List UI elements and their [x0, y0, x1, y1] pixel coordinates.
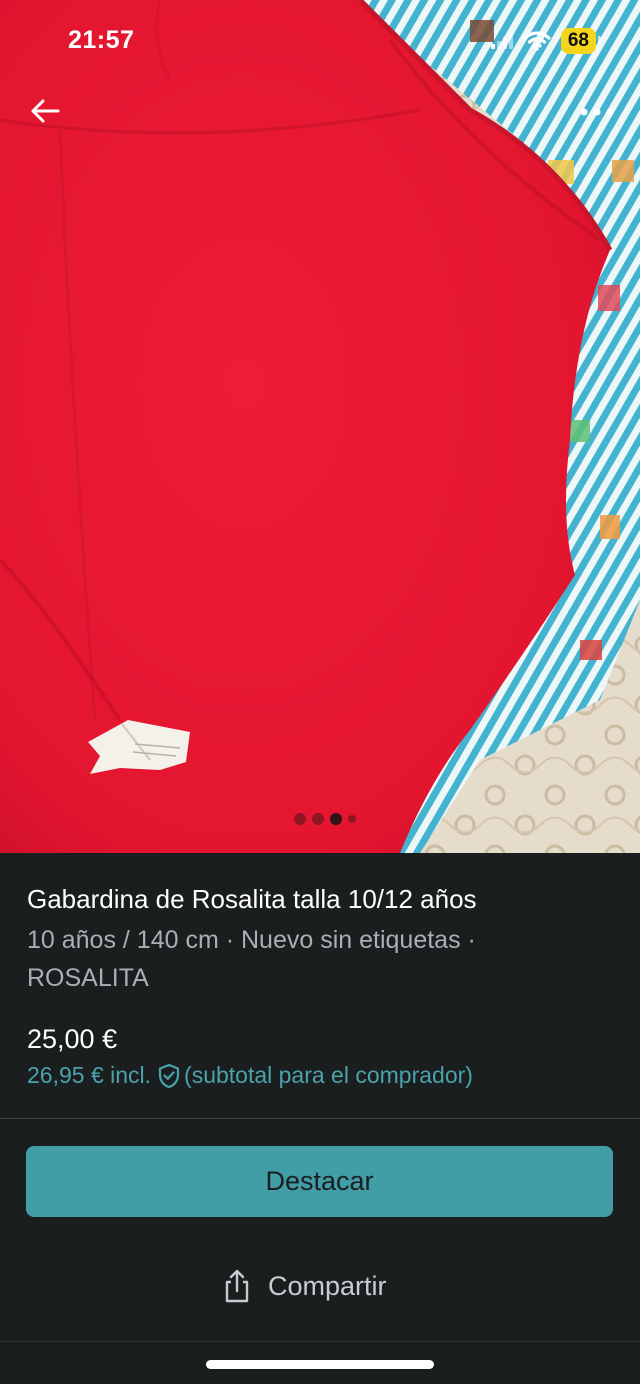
wifi-icon	[523, 31, 551, 51]
arrow-left-icon	[31, 99, 60, 123]
buyer-price-row[interactable]: 26,95 € incl. (subtotal para el comprado…	[27, 1062, 473, 1089]
item-detail-screen: 21:57 68 Gabardina de Rosalita talla 10/…	[0, 0, 640, 1384]
battery-indicator: 68	[560, 28, 602, 54]
divider	[0, 1118, 640, 1119]
photo-pager	[294, 813, 356, 825]
signal-icon	[490, 33, 513, 49]
pager-dot	[294, 813, 306, 825]
divider	[0, 1341, 640, 1342]
share-label: Compartir	[268, 1270, 387, 1301]
buyer-price-note: (subtotal para el comprador)	[184, 1062, 473, 1088]
feature-button[interactable]: Destacar	[26, 1146, 613, 1217]
share-button[interactable]: Compartir	[222, 1269, 387, 1303]
product-photo-image	[0, 0, 640, 853]
more-options-button[interactable]	[572, 92, 622, 132]
share-icon	[225, 1269, 249, 1303]
home-indicator[interactable]	[206, 1360, 434, 1369]
more-dots-icon	[580, 108, 614, 116]
item-details: 10 años / 140 cm · Nuevo sin etiquetas ·…	[27, 926, 476, 992]
product-photo[interactable]: 21:57 68	[0, 0, 640, 853]
status-time: 21:57	[68, 26, 135, 54]
pager-dot	[312, 813, 324, 825]
pager-dot	[348, 815, 356, 823]
pager-dot-active	[330, 813, 342, 825]
back-button[interactable]	[22, 88, 68, 134]
item-price: 25,00 €	[27, 1024, 118, 1054]
buyer-price: 26,95 € incl.	[27, 1062, 152, 1088]
item-title: Gabardina de Rosalita talla 10/12 años	[27, 884, 477, 914]
shield-check-icon	[158, 1063, 180, 1088]
status-icons: 68	[490, 28, 602, 54]
